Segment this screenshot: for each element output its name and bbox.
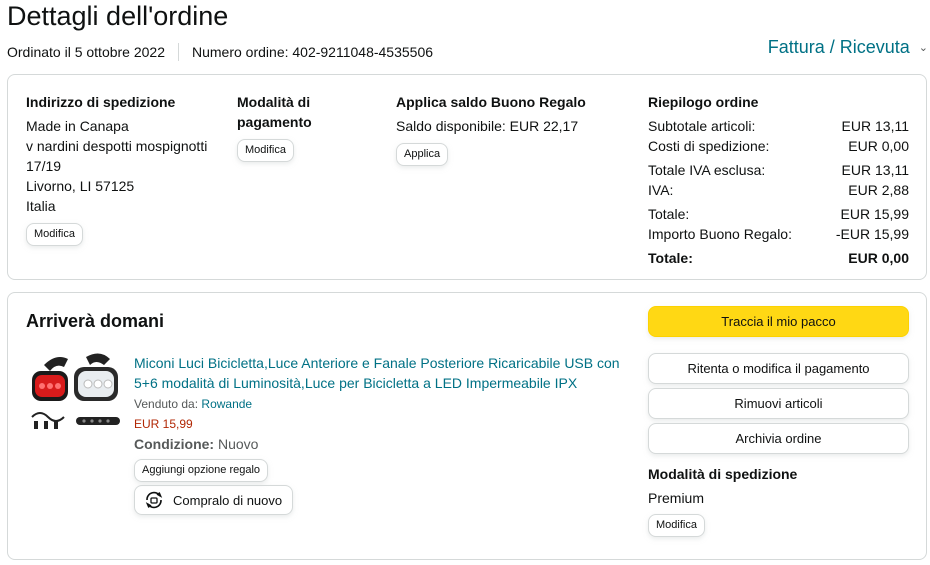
order-summary-heading: Riepilogo ordine <box>648 94 759 110</box>
invoice-link-label[interactable]: Fattura / Ricevuta <box>768 37 910 58</box>
product-image[interactable] <box>26 351 124 439</box>
gift-card-section: Applica saldo Buono Regalo Saldo disponi… <box>396 92 636 166</box>
summary-row: Costi di spedizione: EUR 0,00 <box>648 136 909 156</box>
summary-total-row: Totale: EUR 0,00 <box>648 248 909 268</box>
product-condition: Condizione: Nuovo <box>134 434 258 454</box>
summary-row: Totale: EUR 15,99 <box>648 204 909 224</box>
edit-address-button[interactable]: Modifica <box>26 223 83 246</box>
shipment-box: Arriverà domani Miconi Luci Bicicletta,L… <box>7 292 927 560</box>
product-title-link[interactable]: Miconi Luci Bicicletta,Luce Anteriore e … <box>134 353 634 393</box>
summary-value: EUR 0,00 <box>848 250 909 266</box>
order-number: Numero ordine: 402-9211048-4535506 <box>192 44 434 60</box>
summary-value: -EUR 15,99 <box>835 226 909 242</box>
payment-heading-line: pagamento <box>237 114 312 130</box>
condition-value: Nuovo <box>218 436 259 452</box>
buy-again-label: Compralo di nuovo <box>173 492 283 508</box>
summary-label: IVA: <box>648 182 674 198</box>
product-price: EUR 15,99 <box>134 417 193 431</box>
sold-by-label: Venduto da: <box>134 397 199 411</box>
summary-label: Totale: <box>648 250 693 266</box>
address-line: v nardini despotti mospignotti <box>26 138 208 154</box>
bike-lights-image <box>31 353 120 429</box>
track-package-button[interactable]: Traccia il mio pacco <box>648 306 909 337</box>
address-line: 17/19 <box>26 158 62 174</box>
summary-label: Costi di spedizione: <box>648 138 770 154</box>
address-line: Made in Canapa <box>26 118 129 134</box>
address-line: Livorno, LI 57125 <box>26 178 135 194</box>
payment-heading-line: Modalità di <box>237 94 311 110</box>
summary-row: Importo Buono Regalo: -EUR 15,99 <box>648 224 909 244</box>
summary-label: Importo Buono Regalo: <box>648 226 792 242</box>
edit-shipping-method-button[interactable]: Modifica <box>648 514 705 537</box>
remove-items-button[interactable]: Rimuovi articoli <box>648 388 909 419</box>
shipping-method-value: Premium <box>648 490 705 506</box>
order-details-box: Indirizzo di spedizione Made in Canapa v… <box>7 74 927 280</box>
sold-by: Venduto da: Rowande <box>134 395 252 413</box>
order-meta: Ordinato il 5 ottobre 2022 Numero ordine… <box>7 42 433 62</box>
summary-label: Totale: <box>648 206 690 222</box>
add-gift-option-button[interactable]: Aggiungi opzione regalo <box>134 459 269 482</box>
summary-value: EUR 13,11 <box>841 118 909 134</box>
seller-link[interactable]: Rowande <box>201 397 252 411</box>
shipping-address-heading: Indirizzo di spedizione <box>26 94 176 110</box>
payment-method: Modalità di pagamento Modifica <box>237 92 377 162</box>
edit-payment-button[interactable]: Modifica <box>237 139 294 162</box>
gift-card-balance: Saldo disponibile: EUR 22,17 <box>396 118 579 134</box>
summary-row: Subtotale articoli: EUR 13,11 <box>648 116 909 136</box>
summary-value: EUR 0,00 <box>848 138 909 154</box>
gift-card-heading: Applica saldo Buono Regalo <box>396 94 586 110</box>
payment-method-heading: Modalità di pagamento <box>237 92 377 132</box>
buy-again-button[interactable]: Compralo di nuovo <box>134 485 294 515</box>
order-summary: Riepilogo ordine Subtotale articoli: EUR … <box>648 92 909 268</box>
shipment-actions: Traccia il mio pacco Ritenta o modifica … <box>648 306 909 537</box>
shipping-method-heading: Modalità di spedizione <box>648 466 798 482</box>
address-line: Italia <box>26 198 56 214</box>
buy-again-icon <box>145 491 163 509</box>
summary-value: EUR 13,11 <box>841 162 909 178</box>
order-date: Ordinato il 5 ottobre 2022 <box>7 44 165 60</box>
condition-label: Condizione: <box>134 436 215 452</box>
summary-value: EUR 15,99 <box>840 206 909 222</box>
summary-label: Totale IVA esclusa: <box>648 162 766 178</box>
apply-gift-card-button[interactable]: Applica <box>396 143 449 166</box>
arrival-status: Arriverà domani <box>26 311 165 331</box>
shipping-address: Indirizzo di spedizione Made in Canapa v… <box>26 92 226 246</box>
retry-payment-button[interactable]: Ritenta o modifica il pagamento <box>648 353 909 384</box>
invoice-dropdown[interactable]: Fattura / Ricevuta ⌄ <box>768 37 928 58</box>
chevron-down-icon: ⌄ <box>918 42 928 54</box>
summary-row: IVA: EUR 2,88 <box>648 180 909 200</box>
summary-label: Subtotale articoli: <box>648 118 756 134</box>
page-title: Dettagli dell'ordine <box>7 1 229 31</box>
summary-value: EUR 2,88 <box>848 182 909 198</box>
archive-order-button[interactable]: Archivia ordine <box>648 423 909 454</box>
divider <box>178 43 179 61</box>
summary-row: Totale IVA esclusa: EUR 13,11 <box>648 160 909 180</box>
